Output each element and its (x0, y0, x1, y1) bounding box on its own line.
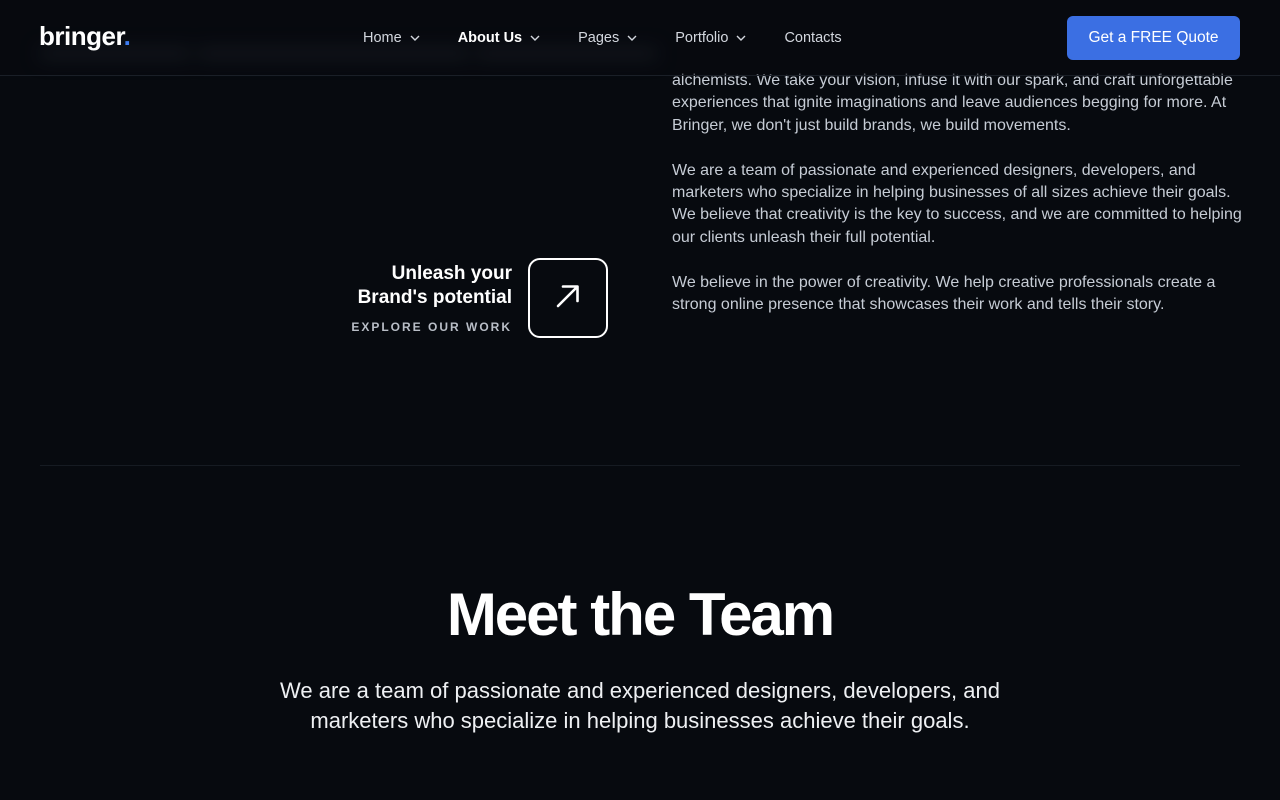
chevron-down-icon (530, 33, 540, 43)
nav-item-portfolio[interactable]: Portfolio (675, 29, 746, 47)
about-paragraph: We are a team of passionate and experien… (672, 161, 1242, 246)
chevron-down-icon (627, 33, 637, 43)
explore-arrow-button[interactable] (528, 258, 608, 338)
about-paragraph: alchemists. We take your vision, infuse … (672, 72, 1233, 134)
team-section-description: We are a team of passionate and experien… (280, 678, 1000, 733)
about-paragraph: We believe in the power of creativity. W… (672, 273, 1216, 314)
chevron-down-icon (736, 33, 746, 43)
chevron-down-icon (410, 33, 420, 43)
nav-item-pages[interactable]: Pages (578, 29, 637, 47)
logo[interactable]: bringer. (39, 21, 131, 52)
cta-title-line: Brand's potential (357, 287, 512, 308)
cta-title[interactable]: Unleash your Brand's potential (358, 262, 512, 310)
logo-text: bringer (39, 21, 124, 51)
nav-item-label: Portfolio (675, 30, 729, 46)
page: ▬▬▬▬▬ ▬▬▬▬▬▬▬▬▬ ▬▬▬▬▬▬ bringer. Home Abo… (0, 0, 1280, 800)
nav-item-about-us[interactable]: About Us (458, 29, 540, 47)
nav-item-label: About Us (457, 30, 523, 46)
nav-item-label: Contacts (784, 30, 842, 46)
site-header: bringer. Home About Us Pages Portfolio C… (0, 0, 1280, 76)
main-nav: Home About Us Pages Portfolio Contacts (363, 29, 880, 47)
section-divider (40, 465, 1240, 466)
logo-dot: . (123, 21, 131, 51)
arrow-up-right-icon (554, 282, 582, 315)
about-text: alchemists. We take your vision, infuse … (672, 70, 1244, 339)
nav-item-contacts[interactable]: Contacts (784, 29, 841, 47)
cta-title-line: Unleash your (391, 263, 512, 284)
team-section-title: Meet the Team (446, 581, 835, 648)
nav-item-label: Home (363, 30, 402, 46)
explore-our-work-link[interactable]: EXPLORE OUR WORK (351, 320, 512, 334)
nav-item-label: Pages (578, 30, 620, 46)
get-free-quote-button[interactable]: Get a FREE Quote (1067, 16, 1240, 60)
nav-item-home[interactable]: Home (363, 29, 420, 47)
